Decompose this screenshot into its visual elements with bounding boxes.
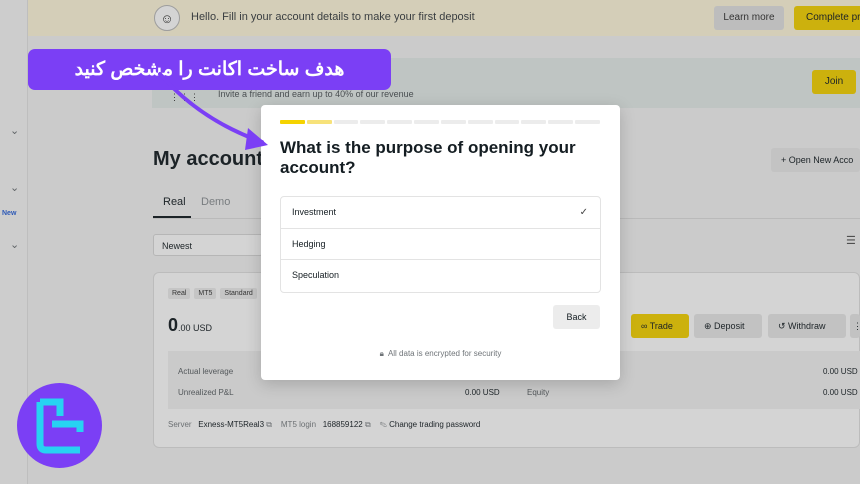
purpose-options: Investment ✓ Hedging Speculation: [280, 196, 601, 293]
option-speculation[interactable]: Speculation: [281, 260, 600, 292]
back-button[interactable]: Back: [553, 305, 600, 329]
option-hedging[interactable]: Hedging: [281, 229, 600, 260]
progress-segment: [387, 120, 413, 124]
progress-segment: [360, 120, 386, 124]
progress-segment: [548, 120, 574, 124]
modal-question: What is the purpose of opening your acco…: [280, 138, 576, 177]
option-label: Hedging: [292, 238, 326, 249]
progress-segment: [333, 120, 359, 124]
progress-segment: [575, 120, 600, 124]
brand-logo-icon: [17, 383, 102, 468]
progress-segment: [467, 120, 493, 124]
purpose-modal: What is the purpose of opening your acco…: [261, 105, 620, 380]
progress-segment: [414, 120, 439, 124]
progress-segment: [306, 120, 332, 124]
progress-segment: [280, 120, 305, 124]
lock-icon: 🔒︎: [379, 349, 384, 358]
progress-segment: [494, 120, 520, 124]
check-icon: ✓: [579, 207, 588, 218]
security-note: 🔒︎ All data is encrypted for security: [261, 349, 620, 359]
annotation-callout: هدف ساخت اکانت را مشخص کنید: [28, 49, 391, 90]
option-label: Speculation: [292, 270, 340, 280]
option-investment[interactable]: Investment ✓: [281, 197, 600, 229]
step-progress-bar: [280, 120, 600, 124]
option-label: Investment: [292, 207, 337, 217]
security-note-text: All data is encrypted for security: [387, 349, 502, 358]
progress-segment: [521, 120, 547, 124]
progress-segment: [440, 120, 466, 124]
